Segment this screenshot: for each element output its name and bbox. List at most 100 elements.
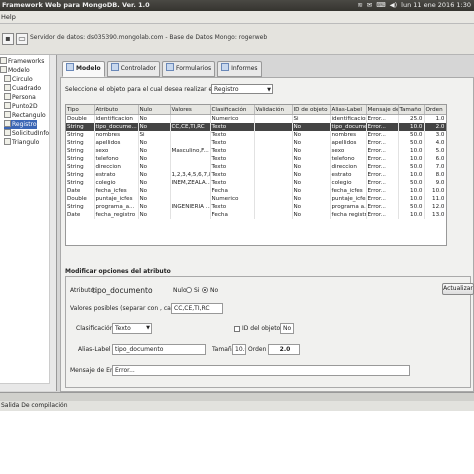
table-cell: Texto bbox=[210, 123, 255, 131]
splitter[interactable] bbox=[0, 392, 474, 401]
column-header[interactable]: ID de objeto bbox=[292, 105, 331, 115]
table-cell: INGENIERIA ... bbox=[170, 203, 211, 211]
object-id-checkbox[interactable] bbox=[234, 326, 240, 332]
table-cell: 13.0 bbox=[424, 211, 446, 219]
column-header[interactable]: Orden bbox=[424, 105, 446, 115]
order-field[interactable]: 2.0 bbox=[268, 344, 300, 355]
table-row[interactable]: String nombres Si Texto No nombres Error... 50.… bbox=[66, 131, 446, 139]
classification-label: Clasificación bbox=[76, 325, 114, 332]
table-cell: No bbox=[292, 171, 331, 179]
tab-controlador[interactable]: Controlador bbox=[106, 61, 160, 77]
column-header[interactable]: Mensaje de ... bbox=[366, 105, 399, 115]
title-bar: Framework Web para MongoDB. Ver. 1.0 ≋ ✉… bbox=[0, 0, 474, 11]
table-cell: telefono bbox=[94, 155, 139, 163]
tree-item[interactable]: Registro bbox=[4, 120, 37, 129]
class-icon bbox=[4, 102, 11, 109]
table-cell: No bbox=[138, 179, 171, 187]
table-row[interactable]: String sexo No Masculino,F... Texto No sexo Err… bbox=[66, 147, 446, 155]
table-cell: direccion bbox=[330, 163, 367, 171]
save-icon[interactable]: ▪ bbox=[2, 33, 14, 45]
column-header[interactable]: Validación bbox=[254, 105, 293, 115]
tab-modelo[interactable]: Modelo bbox=[62, 61, 105, 77]
table-cell: Numerico bbox=[210, 114, 255, 123]
table-cell: 1,2,3,4,5,6,7,8 bbox=[170, 171, 211, 179]
open-folder-icon[interactable]: ▭ bbox=[16, 33, 28, 45]
table-cell: No bbox=[138, 195, 171, 203]
column-header[interactable]: Alias-Label bbox=[330, 105, 367, 115]
column-header[interactable]: Atributo bbox=[94, 105, 139, 115]
table-cell: Si bbox=[292, 114, 331, 123]
table-cell bbox=[254, 139, 293, 147]
controller-icon bbox=[110, 63, 119, 71]
size-field[interactable]: 10.0 bbox=[232, 344, 246, 355]
attribute-name: tipo_documento bbox=[92, 286, 153, 295]
clock[interactable]: lun 11 ene 2016 1:30 bbox=[401, 0, 471, 11]
table-cell: nombres bbox=[94, 131, 139, 139]
table-row[interactable]: String apellidos No Texto No apellidos Error..… bbox=[66, 139, 446, 147]
table-cell: Error... bbox=[366, 147, 399, 155]
table-row[interactable]: String telefono No Texto No telefono Error... 1… bbox=[66, 155, 446, 163]
column-header[interactable]: Tipo bbox=[66, 105, 95, 115]
tree-item[interactable]: Circulo bbox=[4, 75, 33, 84]
column-header[interactable]: Tamaño bbox=[398, 105, 425, 115]
tab-panel: Seleccione el objeto para el cual desea … bbox=[60, 77, 474, 392]
tree-item[interactable]: Triangulo bbox=[4, 138, 39, 147]
table-cell: tipo_docume... bbox=[330, 123, 367, 131]
tree-horizontal-scrollbar[interactable] bbox=[0, 383, 50, 391]
tree-item[interactable]: Persona bbox=[4, 93, 36, 102]
null-no-label: No bbox=[210, 287, 219, 294]
table-cell bbox=[254, 147, 293, 155]
tab-label: Controlador bbox=[120, 65, 156, 72]
table-cell: puntaje_icfes bbox=[330, 195, 367, 203]
table-row[interactable]: String estrato No 1,2,3,4,5,6,7,8 Texto No est… bbox=[66, 171, 446, 179]
object-selector[interactable]: Registro ▼ bbox=[211, 84, 273, 94]
table-cell bbox=[170, 195, 211, 203]
table-cell: apellidos bbox=[330, 139, 367, 147]
tree-item[interactable]: Frameworks bbox=[0, 57, 44, 66]
column-header[interactable]: Valores bbox=[170, 105, 211, 115]
table-cell: 3.0 bbox=[424, 131, 446, 139]
mail-icon[interactable]: ✉ bbox=[367, 0, 372, 11]
table-cell: No bbox=[292, 179, 331, 187]
alias-field[interactable]: tipo_documento bbox=[112, 344, 206, 355]
wifi-icon[interactable]: ≋ bbox=[357, 0, 362, 11]
table-row[interactable]: Double identificacion No Numerico Si identifi… bbox=[66, 114, 446, 123]
table-cell: 10.0 bbox=[398, 123, 425, 131]
classification-select[interactable]: Texto ▼ bbox=[112, 323, 152, 334]
null-label: Nulo bbox=[173, 287, 187, 294]
table-cell: 10.0 bbox=[398, 155, 425, 163]
tree-item-label: Circulo bbox=[12, 76, 33, 83]
keyboard-icon[interactable]: ⌨ bbox=[376, 0, 385, 11]
menu-help[interactable]: Help bbox=[1, 11, 16, 23]
table-row[interactable]: Date fecha_icfes No Fecha No fecha_icfes Error… bbox=[66, 187, 446, 195]
table-cell: Texto bbox=[210, 131, 255, 139]
attributes-table[interactable]: Tipo Atributo Nulo Valores Clasificación Vali… bbox=[65, 104, 447, 246]
tree-item[interactable]: Cuadrado bbox=[4, 84, 41, 93]
tree-item[interactable]: Punto2D bbox=[4, 102, 38, 111]
table-cell: fecha_registro bbox=[94, 211, 139, 219]
tree-item[interactable]: Rectangulo bbox=[4, 111, 46, 120]
update-button[interactable]: Actualizar bbox=[442, 283, 474, 295]
table-row[interactable]: String programa_a... No INGENIERIA ... Texto… bbox=[66, 203, 446, 211]
tab-informes[interactable]: Informes bbox=[217, 61, 262, 77]
column-header[interactable]: Clasificación bbox=[210, 105, 255, 115]
table-header: Tipo Atributo Nulo Valores Clasificación Vali… bbox=[66, 105, 446, 115]
table-row[interactable]: String colegio No INEM,ZEALA... Texto No coleg… bbox=[66, 179, 446, 187]
object-id-select[interactable]: No bbox=[280, 323, 294, 334]
table-cell bbox=[254, 155, 293, 163]
tree-item[interactable]: Modelo bbox=[0, 66, 30, 75]
volume-icon[interactable]: ◀) bbox=[390, 0, 398, 11]
null-si-radio[interactable] bbox=[186, 287, 192, 293]
null-no-radio[interactable] bbox=[202, 287, 208, 293]
tree-vertical-scrollbar[interactable] bbox=[49, 55, 56, 391]
values-field[interactable]: CC,CE,TI,RC bbox=[171, 303, 223, 314]
table-row[interactable]: String tipo_docume... No CC,CE,TI,RC Texto No… bbox=[66, 123, 446, 131]
table-row[interactable]: Double puntaje_icfes No Numerico No puntaje_i… bbox=[66, 195, 446, 203]
table-row[interactable]: Datefecha_registroNoFechaNofecha registr… bbox=[66, 211, 446, 219]
null-si-label: Si bbox=[194, 287, 200, 294]
tab-formularios[interactable]: Formularios bbox=[161, 61, 216, 77]
column-header[interactable]: Nulo bbox=[138, 105, 171, 115]
table-cell: Error... bbox=[366, 163, 399, 171]
error-message-field[interactable]: Error... bbox=[112, 365, 410, 376]
table-row[interactable]: String direccion No Texto No direccion Error..… bbox=[66, 163, 446, 171]
